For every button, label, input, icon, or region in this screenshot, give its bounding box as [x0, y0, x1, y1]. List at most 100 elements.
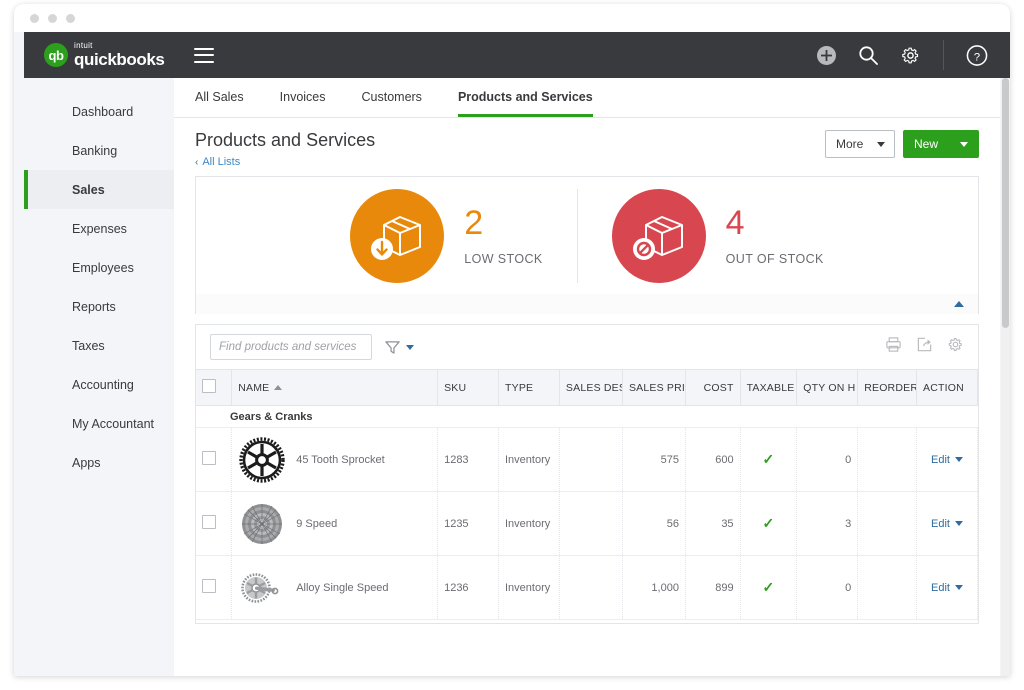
edit-button[interactable]: Edit: [931, 582, 963, 594]
table-header: NAME SKU TYPE SALES DES SALES PRIC COST …: [196, 369, 978, 406]
table-tools: [885, 336, 964, 358]
table-row[interactable]: 9 Speed 1235 Inventory 56 35 ✓ 3 Edit: [196, 491, 978, 556]
printer-icon[interactable]: [885, 336, 902, 358]
tab-all-sales[interactable]: All Sales: [195, 90, 244, 117]
edit-button[interactable]: Edit: [931, 518, 963, 530]
export-icon[interactable]: [916, 336, 933, 358]
stat-low-stock[interactable]: 2 LOW STOCK: [316, 188, 576, 283]
gear-icon[interactable]: [899, 44, 921, 66]
sidebar-navigation: Dashboard Banking Sales Expenses Employe…: [24, 78, 174, 676]
row-checkbox[interactable]: [202, 579, 216, 593]
row-type-cell: Inventory: [498, 491, 560, 556]
row-sku-cell: 1283: [437, 427, 499, 492]
sidebar-item-label: Banking: [72, 143, 118, 158]
table-body: Gears & Cranks 45 Tooth Sprocket 1283 In…: [196, 405, 978, 620]
edit-label: Edit: [931, 581, 950, 594]
column-header-sales-price[interactable]: SALES PRIC: [622, 369, 686, 406]
edit-label: Edit: [931, 453, 950, 466]
row-action-cell: Edit: [916, 427, 978, 492]
filter-button[interactable]: [384, 339, 414, 356]
tab-invoices[interactable]: Invoices: [280, 90, 326, 117]
chevron-up-icon[interactable]: [954, 301, 964, 307]
row-sales-description-cell: [559, 555, 623, 620]
column-header-name[interactable]: NAME: [231, 369, 439, 406]
sidebar-item-apps[interactable]: Apps: [24, 443, 174, 482]
sidebar-item-expenses[interactable]: Expenses: [24, 209, 174, 248]
row-qty-on-hand-cell: 0: [796, 555, 859, 620]
product-name: 45 Tooth Sprocket: [296, 453, 385, 466]
out-of-stock-label: OUT OF STOCK: [725, 251, 824, 266]
edit-label: Edit: [931, 517, 950, 530]
row-taxable-cell: ✓: [740, 555, 798, 620]
search-icon[interactable]: [857, 44, 879, 66]
gear-icon[interactable]: [947, 336, 964, 358]
table-group-row: Gears & Cranks: [196, 405, 978, 428]
row-sales-price-cell: 1,000: [622, 555, 686, 620]
panel-collapse-row: [195, 294, 979, 314]
help-circle-icon[interactable]: ?: [966, 44, 988, 66]
sidebar-item-label: Employees: [72, 260, 134, 275]
quickbooks-wordmark: quickbooks: [74, 50, 165, 69]
column-header-sku[interactable]: SKU: [437, 369, 499, 406]
tab-customers[interactable]: Customers: [362, 90, 422, 117]
sidebar-item-label: Taxes: [72, 338, 105, 353]
sidebar-item-sales[interactable]: Sales: [24, 170, 174, 209]
row-type-cell: Inventory: [498, 555, 560, 620]
sidebar-item-accounting[interactable]: Accounting: [24, 365, 174, 404]
new-button[interactable]: New: [903, 130, 979, 158]
group-label: Gears & Cranks: [196, 405, 978, 428]
column-header-reorder[interactable]: REORDER: [857, 369, 918, 406]
more-button[interactable]: More: [825, 130, 895, 158]
tab-label: Customers: [361, 90, 422, 104]
browser-window: qb intuit quickbooks ? Dashboard Banking…: [14, 4, 1010, 676]
row-sales-description-cell: [559, 491, 623, 556]
row-select-cell: [196, 427, 233, 492]
sidebar-item-my-accountant[interactable]: My Accountant: [24, 404, 174, 443]
sidebar-item-label: Dashboard: [72, 104, 134, 119]
window-maximize-dot[interactable]: [66, 13, 75, 23]
sidebar-item-dashboard[interactable]: Dashboard: [24, 92, 174, 131]
sidebar-item-label: Apps: [72, 455, 101, 470]
check-icon: ✓: [762, 451, 775, 467]
add-circle-icon[interactable]: [815, 44, 837, 66]
window-close-dot[interactable]: [30, 13, 39, 23]
quickbooks-logo[interactable]: qb intuit quickbooks: [44, 41, 165, 69]
sidebar-item-banking[interactable]: Banking: [24, 131, 174, 170]
row-checkbox[interactable]: [202, 515, 216, 529]
chevron-down-icon: [406, 344, 414, 350]
scrollbar-thumb[interactable]: [1002, 78, 1009, 328]
crankset-thumbnail: [241, 572, 279, 603]
chevron-down-icon: [954, 521, 963, 526]
stat-out-of-stock[interactable]: 4 OUT OF STOCK: [576, 188, 858, 283]
sales-tab-bar: All Sales Invoices Customers Products an…: [174, 78, 1000, 118]
table-row[interactable]: Alloy Single Speed 1236 Inventory 1,000 …: [196, 555, 978, 620]
page-scrollbar[interactable]: [1001, 78, 1010, 676]
tab-label: Products and Services: [457, 90, 593, 104]
intuit-wordmark: intuit: [74, 41, 93, 50]
sidebar-item-employees[interactable]: Employees: [24, 248, 174, 287]
column-header-qty-on-hand[interactable]: QTY ON H: [796, 369, 859, 406]
column-header-type[interactable]: TYPE: [498, 369, 560, 406]
product-name: Alloy Single Speed: [296, 581, 389, 594]
window-minimize-dot[interactable]: [48, 13, 57, 23]
table-header-row: NAME SKU TYPE SALES DES SALES PRIC COST …: [196, 369, 978, 406]
products-table-card: NAME SKU TYPE SALES DES SALES PRIC COST …: [195, 324, 979, 624]
row-checkbox[interactable]: [202, 451, 216, 465]
column-header-cost[interactable]: COST: [685, 369, 741, 406]
edit-button[interactable]: Edit: [931, 454, 963, 466]
search-input[interactable]: [210, 334, 372, 360]
row-taxable-cell: ✓: [740, 427, 798, 492]
topbar-actions: ?: [815, 40, 988, 70]
sidebar-item-reports[interactable]: Reports: [24, 287, 174, 326]
column-header-taxable[interactable]: TAXABLE: [740, 369, 798, 406]
more-button-label: More: [836, 137, 864, 151]
sidebar-item-taxes[interactable]: Taxes: [24, 326, 174, 365]
tab-products-and-services[interactable]: Products and Services: [457, 90, 593, 117]
column-header-sales-description[interactable]: SALES DES: [559, 369, 623, 406]
table-row[interactable]: 45 Tooth Sprocket 1283 Inventory 575 600…: [196, 427, 978, 492]
column-header-action: ACTION: [916, 369, 978, 406]
products-table: NAME SKU TYPE SALES DES SALES PRIC COST …: [196, 369, 978, 620]
select-all-checkbox[interactable]: [202, 379, 216, 393]
hamburger-menu-icon[interactable]: [194, 47, 215, 63]
top-navigation-bar: qb intuit quickbooks ?: [24, 32, 1010, 78]
